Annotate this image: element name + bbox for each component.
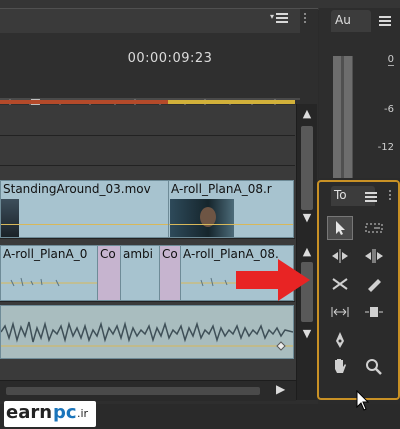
timecode-display[interactable]: 00:00:09:23 <box>110 51 230 66</box>
time-ruler[interactable]: 00:00:09:23 <box>0 33 300 111</box>
timeline-horizontal-scrollbar[interactable]: ▶ <box>0 380 296 401</box>
logo-text: .ir <box>77 407 89 420</box>
scroll-up-icon[interactable]: ▲ <box>299 106 315 122</box>
scroll-thumb[interactable] <box>6 387 260 395</box>
audio-waveform <box>1 321 293 351</box>
work-area-bar-selected[interactable] <box>168 100 295 104</box>
video-clip-a-roll-plan-a-08[interactable]: A-roll_PlanA_08.r <box>168 180 294 238</box>
meter-left-channel <box>333 56 341 178</box>
audio-meters-panel: Au 0 -6 -12 <box>319 8 400 178</box>
clip-label: A-roll_PlanA_08.r <box>171 182 272 196</box>
clip-thumbnail <box>170 199 234 237</box>
tools-tab-label: To <box>334 188 347 202</box>
panel-grip-icon[interactable] <box>304 11 310 29</box>
audio-transition-clip[interactable]: Co <box>97 245 121 301</box>
panel-grip-icon[interactable] <box>389 188 395 204</box>
track-divider <box>0 135 295 136</box>
db-label: -6 <box>384 104 394 115</box>
ripple-edit-tool-icon[interactable] <box>327 244 353 268</box>
pen-tool-icon[interactable] <box>327 328 353 352</box>
slide-tool-icon[interactable] <box>361 300 387 324</box>
watermark-logo: earn pc .ir <box>4 401 96 427</box>
slip-tool-icon[interactable] <box>327 300 353 324</box>
clip-label: Co <box>100 247 116 261</box>
clip-label: Co <box>162 247 178 261</box>
track-select-tool-icon[interactable] <box>361 216 387 240</box>
audio-level-meter <box>333 56 353 178</box>
scroll-down-icon[interactable]: ▼ <box>299 326 315 342</box>
hand-tool-icon[interactable] <box>327 354 353 378</box>
clip-label: A-roll_PlanA_0 <box>3 247 88 261</box>
red-pointer-arrow-icon <box>236 259 310 301</box>
audio-transition-clip[interactable]: Co <box>159 245 181 301</box>
logo-text: pc <box>53 402 77 423</box>
meter-right-channel <box>344 56 352 178</box>
razor-tool-icon[interactable] <box>361 272 387 296</box>
tools-panel-menu-icon[interactable] <box>365 192 377 202</box>
opacity-line <box>1 224 168 225</box>
track-divider <box>0 165 295 166</box>
clip-label: ambi <box>123 247 153 261</box>
video-clip-standing-around[interactable]: StandingAround_03.mov <box>0 180 169 238</box>
audio-clip-ambi[interactable]: ambi <box>120 245 160 301</box>
timeline-vertical-scrollbar[interactable]: ▲ ▼ ▲ ▼ <box>296 104 317 400</box>
scroll-thumb[interactable] <box>301 126 313 210</box>
scroll-right-icon[interactable]: ▶ <box>276 382 285 396</box>
logo-text: earn <box>6 402 53 423</box>
tools-panel: To <box>317 180 400 400</box>
db-label: -12 <box>377 142 394 153</box>
audio-meters-tab[interactable]: Au <box>331 10 371 32</box>
clip-label: StandingAround_03.mov <box>3 182 151 196</box>
mouse-cursor-icon <box>356 390 370 411</box>
audio-waveform <box>1 277 97 287</box>
audio-meters-tab-label: Au <box>335 13 351 27</box>
opacity-line <box>169 224 293 225</box>
audio-clip-waveform-track[interactable] <box>0 305 294 359</box>
timeline-header: ▾ <box>0 9 306 34</box>
db-label: 0 <box>387 54 394 66</box>
zoom-tool-icon[interactable] <box>361 354 387 378</box>
track-divider <box>0 238 295 239</box>
audio-panel-menu-icon[interactable] <box>379 16 391 26</box>
scroll-down-icon[interactable]: ▼ <box>299 210 315 226</box>
rate-stretch-tool-icon[interactable] <box>327 272 353 296</box>
clip-thumbnail <box>1 199 19 237</box>
rolling-edit-tool-icon[interactable] <box>361 244 387 268</box>
audio-clip-a-roll-plan-a-0[interactable]: A-roll_PlanA_0 <box>0 245 98 301</box>
timeline-panel-menu-icon[interactable]: ▾ <box>270 12 288 23</box>
selection-tool-icon[interactable] <box>327 216 353 240</box>
